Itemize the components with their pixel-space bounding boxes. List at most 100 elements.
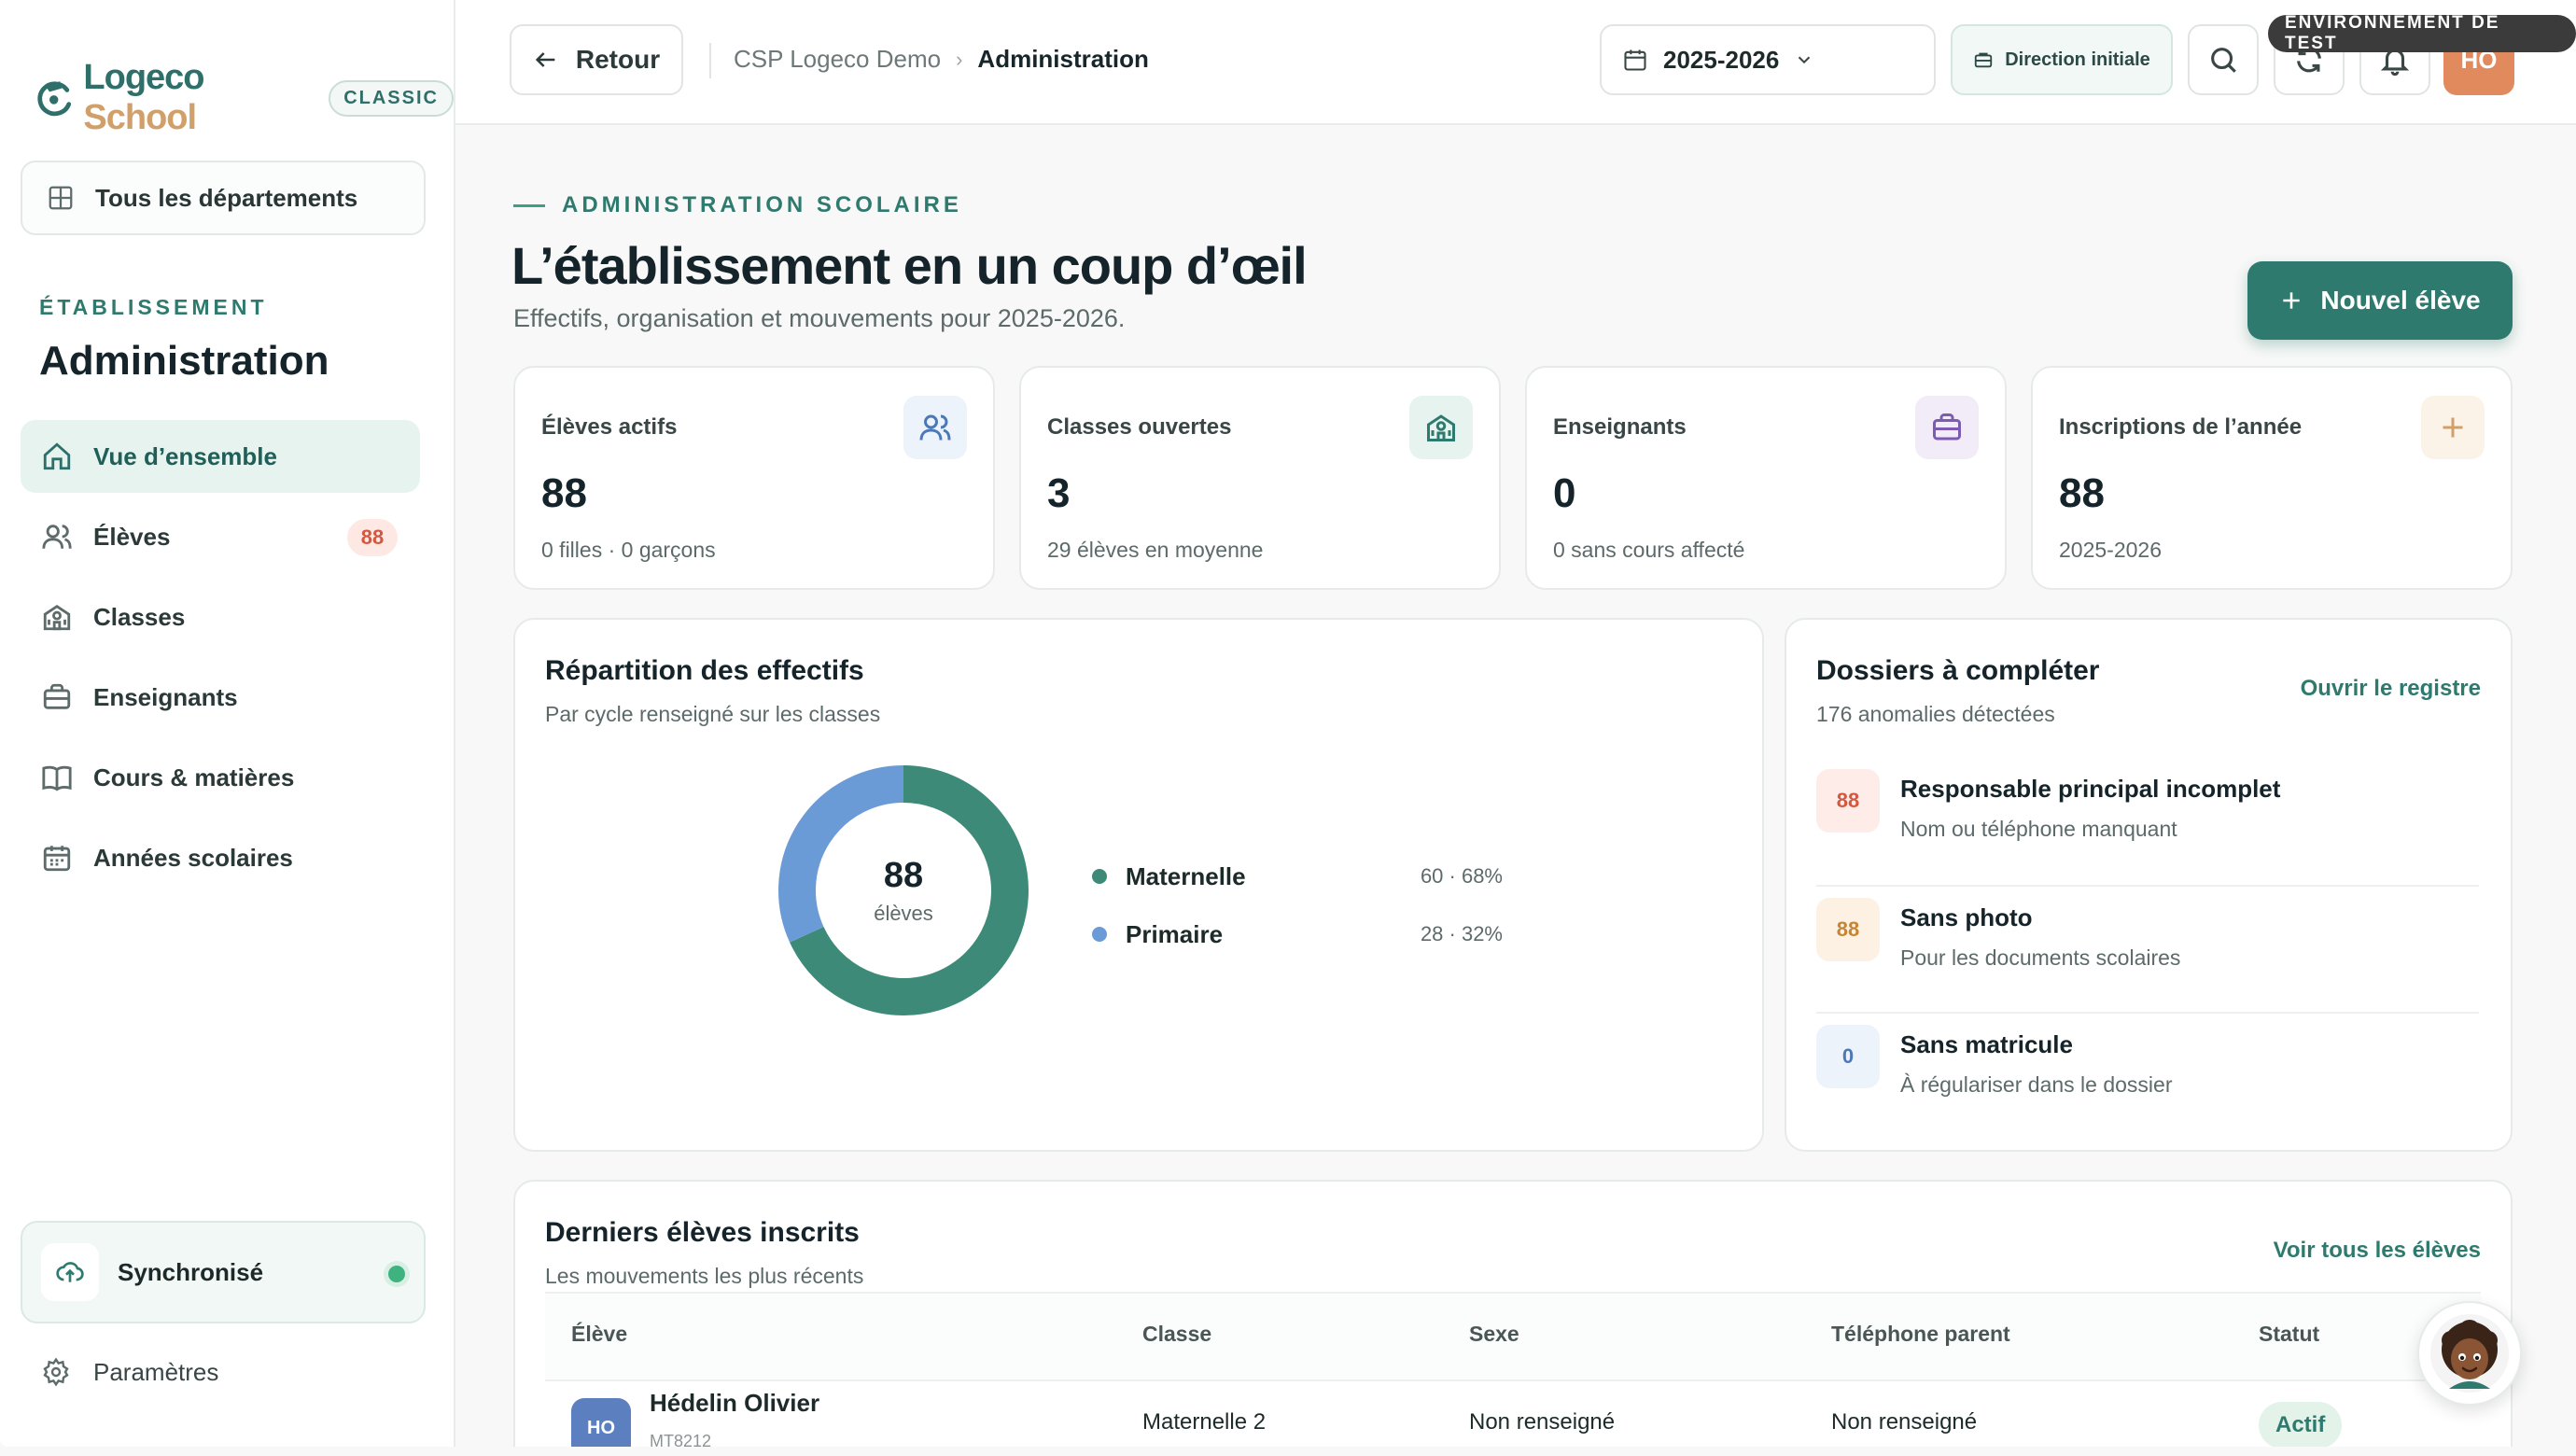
legend-dot	[1092, 927, 1107, 942]
sidebar-nav: Vue d’ensemble Élèves 88 Classes Enseign…	[21, 420, 420, 902]
sync-status[interactable]: Synchronisé	[21, 1221, 426, 1323]
dossier-subtitle: Pour les documents scolaires	[1900, 945, 2181, 970]
school-icon	[43, 604, 71, 631]
legend-item-maternelle: Maternelle 60 · 68%	[1092, 847, 1503, 905]
recent-title: Derniers élèves inscrits	[545, 1217, 860, 1248]
assistant-avatar-icon	[2430, 1314, 2509, 1393]
kpi-card-enrollments[interactable]: Inscriptions de l’année 88 2025-2026	[2031, 366, 2513, 590]
app-window: Logeco School CLASSIC Tous les départeme…	[0, 0, 2576, 1447]
table-header: Élève Classe Sexe Téléphone parent Statu…	[545, 1292, 2481, 1381]
home-icon	[43, 442, 71, 470]
kpi-card-open-classes[interactable]: Classes ouvertes 3 29 élèves en moyenne	[1019, 366, 1501, 590]
page-title: L’établissement en un coup d’œil	[511, 236, 1308, 295]
all-departments-button[interactable]: Tous les départements	[21, 161, 426, 235]
kpi-label: Classes ouvertes	[1047, 414, 1232, 440]
assistant-avatar[interactable]	[2417, 1301, 2522, 1406]
table-row[interactable]: HO Hédelin Olivier MT8212 Maternelle 2 N…	[545, 1381, 2481, 1447]
legend-value: 60 · 68%	[1420, 864, 1503, 888]
sidebar-item-classes[interactable]: Classes	[21, 581, 420, 653]
dossier-item-matricule[interactable]: 0 Sans matricule À régulariser dans le d…	[1816, 1025, 2479, 1152]
column-header-parent-phone[interactable]: Téléphone parent	[1831, 1322, 2010, 1347]
column-header-class[interactable]: Classe	[1142, 1322, 1211, 1347]
environment-badge: ENVIRONNEMENT DE TEST	[2268, 13, 2576, 53]
dossier-item-responsable[interactable]: 88 Responsable principal incomplet Nom o…	[1816, 769, 2479, 896]
breadcrumb-item-current: Administration	[977, 45, 1149, 73]
cloud-sync-icon	[41, 1243, 99, 1301]
grid-icon	[49, 186, 73, 210]
new-student-button[interactable]: Nouvel élève	[2247, 261, 2513, 340]
donut-total: 88	[884, 856, 923, 895]
divider	[1816, 1012, 2479, 1014]
open-register-link[interactable]: Ouvrir le registre	[2301, 676, 2481, 702]
view-all-students-link[interactable]: Voir tous les élèves	[2274, 1238, 2481, 1264]
school-year-select[interactable]: 2025-2026	[1600, 24, 1936, 95]
breadcrumb: CSP Logeco Demo › Administration	[734, 45, 1149, 74]
student-matricule: MT8212	[650, 1432, 712, 1447]
search-button[interactable]	[2188, 24, 2259, 95]
breadcrumb-item-school[interactable]: CSP Logeco Demo	[734, 45, 941, 74]
student-name: Hédelin Olivier	[650, 1389, 820, 1417]
all-departments-label: Tous les départements	[95, 183, 358, 212]
briefcase-icon	[1915, 396, 1979, 459]
legend-item-primaire: Primaire 28 · 32%	[1092, 905, 1503, 963]
kpi-card-active-students[interactable]: Élèves actifs 88 0 filles · 0 garçons	[513, 366, 995, 590]
sidebar-item-students[interactable]: Élèves 88	[21, 500, 420, 573]
dossier-title: Sans matricule	[1900, 1030, 2073, 1058]
brand-name-part1: Logeco	[83, 58, 204, 97]
dossier-title: Sans photo	[1900, 903, 2033, 931]
sidebar-item-label: Années scolaires	[93, 843, 293, 872]
sidebar-item-school-years[interactable]: Années scolaires	[21, 821, 420, 894]
kpi-subtext: 29 élèves en moyenne	[1047, 538, 1264, 562]
sidebar-item-teachers[interactable]: Enseignants	[21, 661, 420, 734]
plus-icon	[2421, 396, 2485, 459]
column-header-status[interactable]: Statut	[2259, 1322, 2319, 1347]
plus-icon	[2283, 292, 2301, 309]
kpi-label: Élèves actifs	[541, 414, 678, 440]
kpi-value: 0	[1553, 470, 1576, 516]
dossier-item-photo[interactable]: 88 Sans photo Pour les documents scolair…	[1816, 898, 2479, 1025]
divider	[1816, 885, 2479, 887]
direction-button[interactable]: Direction initiale	[1951, 24, 2173, 95]
legend-label: Maternelle	[1126, 861, 1246, 890]
student-avatar: HO	[571, 1398, 631, 1447]
sidebar-item-label: Vue d’ensemble	[93, 441, 277, 470]
column-header-student[interactable]: Élève	[571, 1322, 627, 1347]
settings-label: Paramètres	[93, 1357, 219, 1386]
recent-subtitle: Les mouvements les plus récents	[545, 1264, 864, 1288]
back-label: Retour	[575, 45, 661, 74]
dossiers-subtitle: 176 anomalies détectées	[1816, 702, 2055, 726]
legend-dot	[1092, 869, 1107, 884]
page-kicker: ADMINISTRATION SCOLAIRE	[513, 192, 962, 218]
kpi-subtext: 0 filles · 0 garçons	[541, 538, 716, 562]
kpi-value: 88	[2059, 470, 2105, 516]
sidebar-item-overview[interactable]: Vue d’ensemble	[21, 420, 420, 493]
brand-logo[interactable]: Logeco School CLASSIC	[34, 58, 454, 138]
sidebar-item-courses[interactable]: Cours & matières	[21, 741, 420, 814]
kpi-card-teachers[interactable]: Enseignants 0 0 sans cours affecté	[1525, 366, 2007, 590]
dossier-count-badge: 88	[1816, 769, 1880, 833]
arrow-left-icon	[535, 52, 555, 67]
sync-label: Synchronisé	[118, 1257, 264, 1286]
column-header-sex[interactable]: Sexe	[1469, 1322, 1519, 1347]
dossier-subtitle: Nom ou téléphone manquant	[1900, 817, 2177, 841]
brand-name-part2: School	[83, 98, 197, 137]
school-icon	[1409, 396, 1473, 459]
kicker-line	[513, 203, 545, 207]
building-icon	[1975, 52, 1993, 68]
section-label: ÉTABLISSEMENT	[39, 295, 268, 319]
dossier-count-badge: 0	[1816, 1025, 1880, 1088]
briefcase-icon	[43, 683, 71, 709]
dossier-subtitle: À régulariser dans le dossier	[1900, 1072, 2173, 1097]
back-button[interactable]: Retour	[510, 24, 683, 95]
kpi-subtext: 0 sans cours affecté	[1553, 538, 1745, 562]
sidebar-item-label: Cours & matières	[93, 763, 295, 791]
settings-link[interactable]: Paramètres	[41, 1357, 218, 1387]
repartition-card: Répartition des effectifs Par cycle rens…	[513, 618, 1764, 1152]
new-student-label: Nouvel élève	[2320, 286, 2481, 315]
edition-badge: CLASSIC	[329, 79, 454, 117]
students-count-badge: 88	[347, 519, 398, 556]
search-icon	[2211, 48, 2236, 73]
sidebar-item-label: Élèves	[93, 522, 171, 551]
repartition-subtitle: Par cycle renseigné sur les classes	[545, 702, 881, 726]
legend-label: Primaire	[1126, 919, 1224, 948]
